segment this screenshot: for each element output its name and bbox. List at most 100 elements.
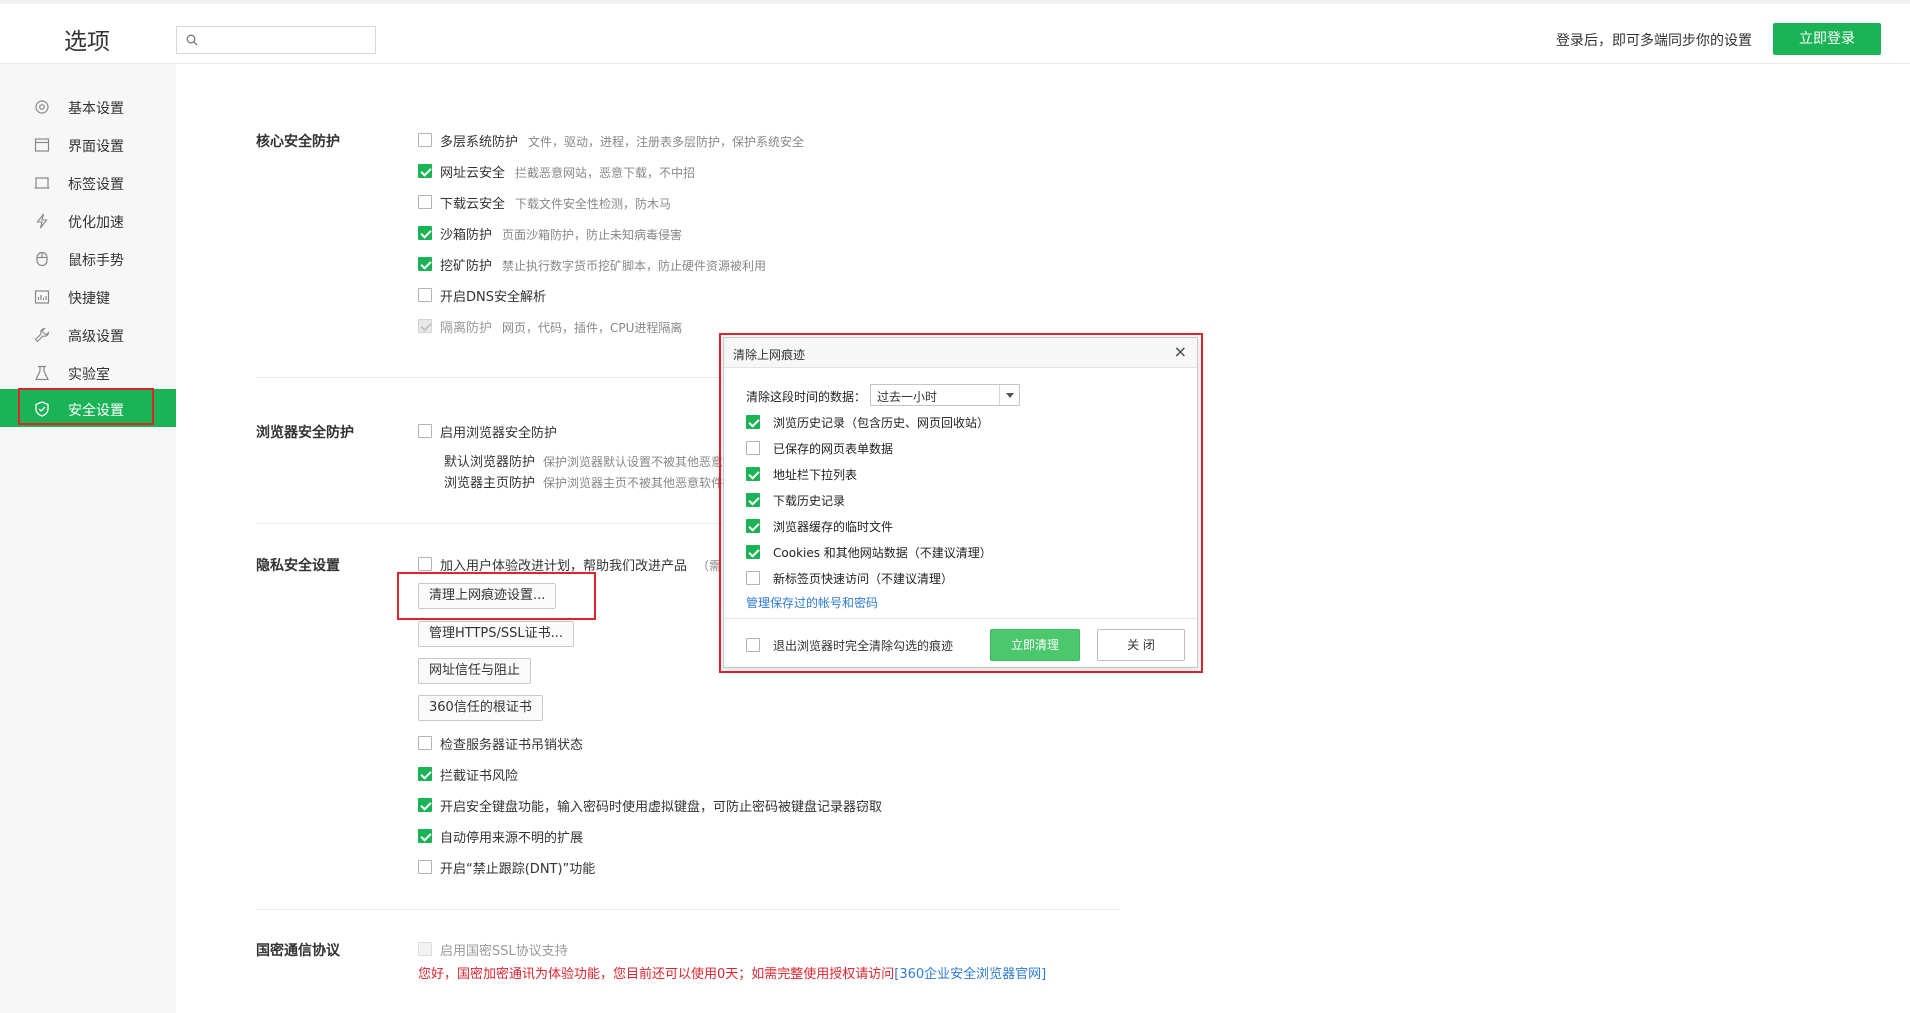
- checkbox[interactable]: [746, 467, 760, 481]
- sub-option-homepage: 浏览器主页防护 保护浏览器主页不被其他恶意软件: [444, 472, 723, 491]
- checkbox[interactable]: [746, 493, 760, 507]
- gm-warning: 您好，国密加密通讯为体验功能，您目前还可以使用0天；如需完整使用授权请访问[36…: [418, 963, 1046, 982]
- checkbox[interactable]: [418, 226, 432, 240]
- option-label: 沙箱防护: [440, 228, 493, 243]
- chevron-down-icon[interactable]: [999, 385, 1019, 405]
- flask-icon: [35, 365, 49, 381]
- sidebar-item-label: 基本设置: [68, 101, 124, 117]
- dialog-option-label: 地址栏下拉列表: [773, 468, 858, 482]
- checkbox[interactable]: [746, 571, 760, 585]
- checkbox[interactable]: [418, 736, 432, 750]
- option-label: 开启安全键盘功能，输入密码时使用虚拟键盘，可防止密码被键盘记录器窃取: [440, 800, 883, 815]
- checkbox[interactable]: [418, 798, 432, 812]
- checkbox[interactable]: [746, 638, 760, 652]
- sidebar-item-advanced[interactable]: 高级设置: [0, 315, 176, 353]
- time-range-label: 清除这段时间的数据：: [746, 390, 867, 404]
- dialog-option-label: 下载历史记录: [773, 494, 846, 508]
- gear-icon: [35, 100, 49, 114]
- checkbox[interactable]: [418, 557, 432, 571]
- option-desc: 下载文件安全性检测，防木马: [515, 197, 672, 211]
- close-icon[interactable]: ×: [1174, 344, 1187, 360]
- checkbox[interactable]: [418, 257, 432, 271]
- sub-option-default-browser: 默认浏览器防护 保护浏览器默认设置不被其他恶意: [444, 451, 723, 470]
- search-icon: [186, 34, 198, 46]
- sub-option-label: 浏览器主页防护: [444, 476, 536, 491]
- clear-now-button[interactable]: 立即清理: [990, 629, 1080, 661]
- login-button[interactable]: 立即登录: [1773, 23, 1881, 55]
- close-button[interactable]: 关 闭: [1097, 629, 1185, 661]
- checkbox[interactable]: [418, 424, 432, 438]
- sidebar-item-shortcuts[interactable]: 快捷键: [0, 277, 176, 315]
- dialog-option-label: 浏览器缓存的临时文件: [773, 520, 894, 534]
- section-title-browser: 浏览器安全防护: [256, 425, 354, 441]
- dialog-footer: 退出浏览器时完全清除勾选的痕迹 立即清理 关 闭: [724, 618, 1197, 667]
- option-label: 启用浏览器安全防护: [440, 426, 558, 441]
- option-label: 自动停用来源不明的扩展: [440, 831, 584, 846]
- header: 选项 登录后，即可多端同步你的设置 立即登录: [0, 0, 1910, 64]
- manage-passwords-link[interactable]: 管理保存过的帐号和密码: [746, 594, 878, 611]
- time-range-value: 过去一小时: [877, 390, 938, 404]
- sidebar-item-interface[interactable]: 界面设置: [0, 125, 176, 163]
- url-trust-block-button[interactable]: 网址信任与阻止: [418, 658, 532, 684]
- sidebar-item-label: 鼠标手势: [68, 253, 124, 269]
- checkbox[interactable]: [418, 164, 432, 178]
- login-hint: 登录后，即可多端同步你的设置: [1556, 33, 1752, 49]
- search-box[interactable]: [176, 26, 376, 54]
- wrench-icon: [34, 327, 50, 343]
- checkbox[interactable]: [418, 829, 432, 843]
- option-label: 拦截证书风险: [440, 769, 519, 784]
- window-icon: [34, 138, 50, 152]
- checkbox[interactable]: [418, 133, 432, 147]
- sidebar-item-optimize[interactable]: 优化加速: [0, 201, 176, 239]
- sidebar-item-label: 标签设置: [68, 177, 124, 193]
- checkbox[interactable]: [418, 288, 432, 302]
- option-desc: 文件，驱动，进程，注册表多层防护，保护系统安全: [528, 135, 805, 149]
- tab-icon: [34, 177, 50, 189]
- root-certificates-button[interactable]: 360信任的根证书: [418, 695, 543, 721]
- sidebar-item-basic[interactable]: 基本设置: [0, 87, 176, 125]
- sub-option-desc: 保护浏览器默认设置不被其他恶意: [543, 455, 724, 469]
- gm-warning-text: 您好，国密加密通讯为体验功能，您目前还可以使用0天；如需完整使用授权请访问: [418, 967, 895, 982]
- sub-option-desc: 保护浏览器主页不被其他恶意软件: [543, 476, 724, 490]
- section-title-privacy: 隐私安全设置: [256, 558, 340, 574]
- time-range-select[interactable]: 过去一小时: [870, 384, 1020, 406]
- manage-certificates-button[interactable]: 管理HTTPS/SSL证书...: [418, 621, 575, 647]
- option-desc: 网页，代码，插件，CPU进程隔离: [502, 321, 683, 335]
- checkbox[interactable]: [746, 415, 760, 429]
- dialog-option-label: 新标签页快速访问（不建议清理）: [773, 572, 954, 586]
- highlight-box-sidebar: [18, 388, 154, 425]
- sidebar-item-lab[interactable]: 实验室: [0, 353, 176, 391]
- keyboard-icon: [34, 290, 50, 304]
- checkbox[interactable]: [746, 519, 760, 533]
- highlight-box-button: [397, 572, 596, 620]
- gm-warning-link[interactable]: [360企业安全浏览器官网]: [894, 967, 1046, 982]
- lightning-icon: [36, 213, 48, 229]
- checkbox[interactable]: [746, 441, 760, 455]
- clear-traces-dialog: 清除上网痕迹 × 清除这段时间的数据： 过去一小时 浏览历史记录（包含历史、网页…: [723, 337, 1198, 668]
- dialog-option-label: 已保存的网页表单数据: [773, 442, 894, 456]
- search-input[interactable]: [205, 30, 370, 50]
- sidebar-item-label: 界面设置: [68, 139, 124, 155]
- option-label: 隔离防护: [440, 321, 493, 336]
- dialog-option-label: 浏览历史记录（包含历史、网页回收站）: [773, 416, 990, 430]
- option-label: 挖矿防护: [440, 259, 493, 274]
- sidebar-item-tabs[interactable]: 标签设置: [0, 163, 176, 201]
- sidebar-item-label: 实验室: [68, 367, 110, 383]
- sidebar-item-mouse[interactable]: 鼠标手势: [0, 239, 176, 277]
- section-title-gm: 国密通信协议: [256, 943, 340, 959]
- checkbox: [418, 319, 432, 333]
- option-label: 开启“禁止跟踪(DNT)”功能: [440, 862, 596, 877]
- dialog-header: 清除上网痕迹 ×: [724, 338, 1197, 368]
- checkbox[interactable]: [418, 767, 432, 781]
- option-desc: 页面沙箱防护，防止未知病毒侵害: [502, 228, 683, 242]
- checkbox[interactable]: [418, 860, 432, 874]
- checkbox[interactable]: [746, 545, 760, 559]
- divider: [256, 909, 1120, 910]
- dialog-title: 清除上网痕迹: [733, 348, 806, 362]
- option-label: 多层系统防护: [440, 135, 519, 150]
- page-title: 选项: [64, 29, 110, 55]
- checkbox[interactable]: [418, 195, 432, 209]
- option-label: 启用国密SSL协议支持: [440, 944, 568, 959]
- dialog-option-label: Cookies 和其他网站数据（不建议清理）: [773, 546, 992, 560]
- checkbox: [418, 942, 432, 956]
